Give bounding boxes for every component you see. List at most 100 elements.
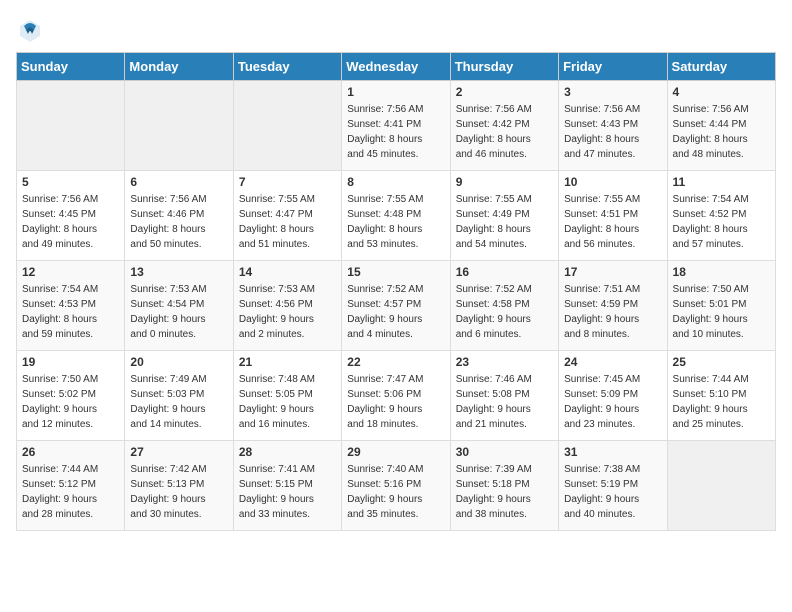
weekday-header-tuesday: Tuesday [233,53,341,81]
day-number: 29 [347,445,444,459]
day-number: 27 [130,445,227,459]
weekday-header-wednesday: Wednesday [342,53,450,81]
day-number: 15 [347,265,444,279]
calendar-week-row: 5 Sunrise: 7:56 AM Sunset: 4:45 PM Daylig… [17,171,776,261]
calendar-cell: 27 Sunrise: 7:42 AM Sunset: 5:13 PM Dayli… [125,441,233,531]
weekday-header-thursday: Thursday [450,53,558,81]
calendar-cell: 9 Sunrise: 7:55 AM Sunset: 4:49 PM Daylig… [450,171,558,261]
calendar-cell: 7 Sunrise: 7:55 AM Sunset: 4:47 PM Daylig… [233,171,341,261]
calendar-cell: 15 Sunrise: 7:52 AM Sunset: 4:57 PM Dayli… [342,261,450,351]
day-info: Sunrise: 7:54 AM Sunset: 4:53 PM Dayligh… [22,282,119,342]
day-number: 6 [130,175,227,189]
weekday-header-row: SundayMondayTuesdayWednesdayThursdayFrid… [17,53,776,81]
day-info: Sunrise: 7:56 AM Sunset: 4:43 PM Dayligh… [564,102,661,162]
day-info: Sunrise: 7:55 AM Sunset: 4:49 PM Dayligh… [456,192,553,252]
weekday-header-sunday: Sunday [17,53,125,81]
weekday-header-friday: Friday [559,53,667,81]
weekday-header-saturday: Saturday [667,53,775,81]
day-number: 4 [673,85,770,99]
day-number: 26 [22,445,119,459]
day-info: Sunrise: 7:45 AM Sunset: 5:09 PM Dayligh… [564,372,661,432]
day-number: 30 [456,445,553,459]
day-number: 25 [673,355,770,369]
day-info: Sunrise: 7:55 AM Sunset: 4:48 PM Dayligh… [347,192,444,252]
day-number: 3 [564,85,661,99]
day-number: 7 [239,175,336,189]
calendar-cell: 24 Sunrise: 7:45 AM Sunset: 5:09 PM Dayli… [559,351,667,441]
calendar-week-row: 26Sunrise: 7:44 AM Sunset: 5:12 PM Dayli… [17,441,776,531]
day-info: Sunrise: 7:39 AM Sunset: 5:18 PM Dayligh… [456,462,553,522]
calendar-cell: 12 Sunrise: 7:54 AM Sunset: 4:53 PM Dayli… [17,261,125,351]
calendar-cell: 4 Sunrise: 7:56 AM Sunset: 4:44 PM Daylig… [667,81,775,171]
calendar-cell: 26Sunrise: 7:44 AM Sunset: 5:12 PM Dayli… [17,441,125,531]
day-number: 31 [564,445,661,459]
calendar-cell: 13 Sunrise: 7:53 AM Sunset: 4:54 PM Dayli… [125,261,233,351]
calendar-cell: 21 Sunrise: 7:48 AM Sunset: 5:05 PM Dayli… [233,351,341,441]
day-info: Sunrise: 7:55 AM Sunset: 4:47 PM Dayligh… [239,192,336,252]
calendar-cell [233,81,341,171]
day-info: Sunrise: 7:40 AM Sunset: 5:16 PM Dayligh… [347,462,444,522]
day-number: 19 [22,355,119,369]
day-info: Sunrise: 7:50 AM Sunset: 5:02 PM Dayligh… [22,372,119,432]
calendar-cell: 6 Sunrise: 7:56 AM Sunset: 4:46 PM Daylig… [125,171,233,261]
day-info: Sunrise: 7:42 AM Sunset: 5:13 PM Dayligh… [130,462,227,522]
day-info: Sunrise: 7:53 AM Sunset: 4:54 PM Dayligh… [130,282,227,342]
day-number: 12 [22,265,119,279]
day-number: 21 [239,355,336,369]
calendar-cell [667,441,775,531]
day-info: Sunrise: 7:44 AM Sunset: 5:10 PM Dayligh… [673,372,770,432]
day-number: 23 [456,355,553,369]
day-number: 9 [456,175,553,189]
day-number: 10 [564,175,661,189]
calendar-cell: 10 Sunrise: 7:55 AM Sunset: 4:51 PM Dayli… [559,171,667,261]
day-number: 5 [22,175,119,189]
calendar-cell: 11 Sunrise: 7:54 AM Sunset: 4:52 PM Dayli… [667,171,775,261]
calendar-table: SundayMondayTuesdayWednesdayThursdayFrid… [16,52,776,531]
day-info: Sunrise: 7:52 AM Sunset: 4:57 PM Dayligh… [347,282,444,342]
day-info: Sunrise: 7:41 AM Sunset: 5:15 PM Dayligh… [239,462,336,522]
calendar-cell: 18 Sunrise: 7:50 AM Sunset: 5:01 PM Dayli… [667,261,775,351]
calendar-cell: 19 Sunrise: 7:50 AM Sunset: 5:02 PM Dayli… [17,351,125,441]
day-number: 8 [347,175,444,189]
day-number: 13 [130,265,227,279]
day-number: 14 [239,265,336,279]
day-number: 20 [130,355,227,369]
calendar-cell: 20Sunrise: 7:49 AM Sunset: 5:03 PM Dayli… [125,351,233,441]
day-info: Sunrise: 7:56 AM Sunset: 4:42 PM Dayligh… [456,102,553,162]
calendar-cell: 5 Sunrise: 7:56 AM Sunset: 4:45 PM Daylig… [17,171,125,261]
day-number: 22 [347,355,444,369]
logo [16,16,48,44]
calendar-cell: 1Sunrise: 7:56 AM Sunset: 4:41 PM Daylig… [342,81,450,171]
calendar-cell: 25 Sunrise: 7:44 AM Sunset: 5:10 PM Dayli… [667,351,775,441]
calendar-cell [17,81,125,171]
calendar-cell: 22Sunrise: 7:47 AM Sunset: 5:06 PM Dayli… [342,351,450,441]
day-number: 1 [347,85,444,99]
calendar-cell [125,81,233,171]
calendar-cell: 17Sunrise: 7:51 AM Sunset: 4:59 PM Dayli… [559,261,667,351]
day-number: 2 [456,85,553,99]
calendar-cell: 30 Sunrise: 7:39 AM Sunset: 5:18 PM Dayli… [450,441,558,531]
day-info: Sunrise: 7:48 AM Sunset: 5:05 PM Dayligh… [239,372,336,432]
day-number: 28 [239,445,336,459]
day-number: 11 [673,175,770,189]
page-header [16,16,776,44]
day-number: 24 [564,355,661,369]
day-info: Sunrise: 7:54 AM Sunset: 4:52 PM Dayligh… [673,192,770,252]
day-info: Sunrise: 7:52 AM Sunset: 4:58 PM Dayligh… [456,282,553,342]
calendar-week-row: 12 Sunrise: 7:54 AM Sunset: 4:53 PM Dayli… [17,261,776,351]
day-number: 17 [564,265,661,279]
calendar-cell: 23 Sunrise: 7:46 AM Sunset: 5:08 PM Dayli… [450,351,558,441]
calendar-cell: 14 Sunrise: 7:53 AM Sunset: 4:56 PM Dayli… [233,261,341,351]
day-info: Sunrise: 7:46 AM Sunset: 5:08 PM Dayligh… [456,372,553,432]
day-number: 16 [456,265,553,279]
day-info: Sunrise: 7:50 AM Sunset: 5:01 PM Dayligh… [673,282,770,342]
calendar-cell: 3 Sunrise: 7:56 AM Sunset: 4:43 PM Daylig… [559,81,667,171]
day-info: Sunrise: 7:56 AM Sunset: 4:46 PM Dayligh… [130,192,227,252]
day-number: 18 [673,265,770,279]
day-info: Sunrise: 7:56 AM Sunset: 4:45 PM Dayligh… [22,192,119,252]
calendar-week-row: 1Sunrise: 7:56 AM Sunset: 4:41 PM Daylig… [17,81,776,171]
day-info: Sunrise: 7:53 AM Sunset: 4:56 PM Dayligh… [239,282,336,342]
day-info: Sunrise: 7:55 AM Sunset: 4:51 PM Dayligh… [564,192,661,252]
calendar-cell: 28 Sunrise: 7:41 AM Sunset: 5:15 PM Dayli… [233,441,341,531]
day-info: Sunrise: 7:56 AM Sunset: 4:44 PM Dayligh… [673,102,770,162]
